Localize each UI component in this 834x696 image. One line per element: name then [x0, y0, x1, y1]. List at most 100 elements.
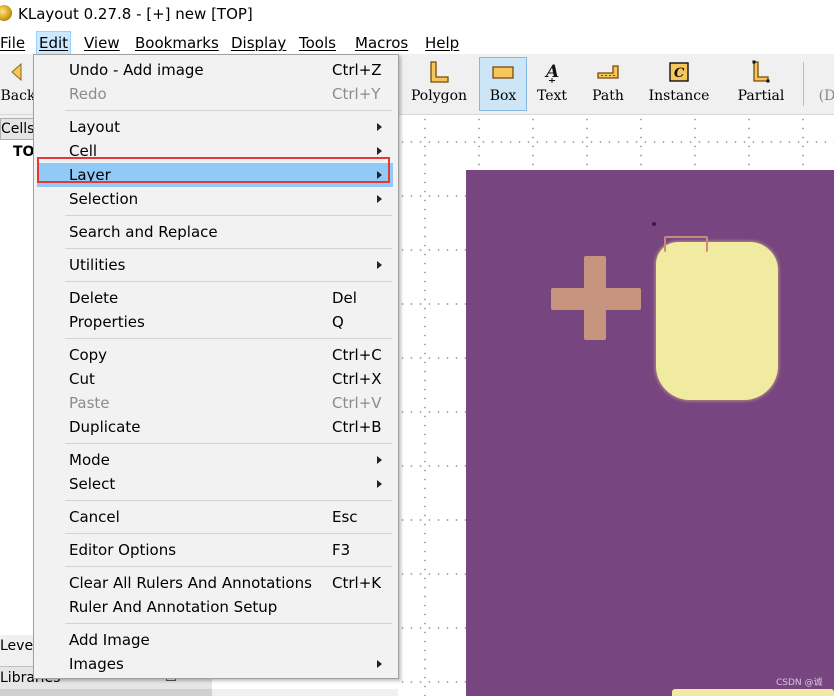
path-tool-button[interactable]: Path: [585, 58, 631, 110]
selection-label: Selection: [69, 190, 139, 208]
menu-file[interactable]: File: [0, 32, 27, 54]
menu-separator: [65, 443, 392, 444]
undo-label: Undo - Add image: [69, 61, 204, 79]
menu-item-cut[interactable]: Cut Ctrl+X: [37, 367, 393, 391]
menu-separator: [65, 110, 392, 111]
copy-label: Copy: [69, 346, 108, 364]
menu-item-undo[interactable]: Undo - Add image Ctrl+Z: [37, 58, 393, 82]
back-arrow-icon: [0, 58, 36, 86]
cut-label: Cut: [69, 370, 95, 388]
menu-item-duplicate[interactable]: Duplicate Ctrl+B: [37, 415, 393, 439]
menu-separator: [65, 566, 392, 567]
levels-label: Leve: [0, 638, 34, 654]
images-label: Images: [69, 655, 124, 673]
menu-item-properties[interactable]: Properties Q: [37, 310, 393, 334]
text-a-icon: A: [532, 58, 572, 86]
menu-item-utilities[interactable]: Utilities: [37, 253, 393, 277]
watermark: CSDN @诚: [776, 678, 823, 688]
more-tool-button[interactable]: (D: [812, 58, 834, 110]
menu-bookmarks[interactable]: Bookmarks: [133, 32, 221, 54]
menu-item-add-image[interactable]: Add Image: [37, 628, 393, 652]
submenu-arrow-icon: [377, 147, 382, 155]
ruler-setup-label: Ruler And Annotation Setup: [69, 598, 278, 616]
menu-item-copy[interactable]: Copy Ctrl+C: [37, 343, 393, 367]
polygon-label: Polygon: [410, 88, 468, 104]
image-speck: [652, 222, 656, 226]
box-tool-button[interactable]: Box: [479, 57, 527, 111]
menu-view[interactable]: View: [82, 32, 122, 54]
menu-item-editor-options[interactable]: Editor Options F3: [37, 538, 393, 562]
text-label: Text: [536, 88, 568, 104]
submenu-arrow-icon: [377, 456, 382, 464]
duplicate-label: Duplicate: [69, 418, 141, 436]
menu-edit[interactable]: Edit: [36, 31, 72, 55]
pad-notch: [664, 236, 708, 252]
polygon-tool-button[interactable]: Polygon: [404, 58, 474, 110]
partial-icon: [730, 58, 792, 86]
menu-separator: [65, 533, 392, 534]
duplicate-shortcut: Ctrl+B: [332, 418, 382, 436]
box-icon: [480, 58, 526, 86]
layer-highlight-callout: [37, 157, 390, 183]
menu-item-clear-rulers[interactable]: Clear All Rulers And Annotations Ctrl+K: [37, 571, 393, 595]
polygon-icon: [404, 58, 474, 86]
libraries-scrollbar[interactable]: [0, 689, 212, 696]
menu-item-mode[interactable]: Mode: [37, 448, 393, 472]
alignment-cross-horizontal: [551, 288, 641, 310]
editor-options-label: Editor Options: [69, 541, 177, 559]
cells-panel-tab[interactable]: Cells: [0, 118, 36, 140]
menu-macros[interactable]: Macros: [353, 32, 410, 54]
menu-item-redo[interactable]: Redo Ctrl+Y: [37, 82, 393, 106]
undo-shortcut: Ctrl+Z: [332, 61, 382, 79]
menu-help[interactable]: Help: [423, 32, 461, 54]
clear-rulers-label: Clear All Rulers And Annotations: [69, 574, 312, 592]
menu-item-cancel[interactable]: Cancel Esc: [37, 505, 393, 529]
paste-shortcut: Ctrl+V: [332, 394, 382, 412]
menu-item-selection[interactable]: Selection: [37, 187, 393, 211]
path-label: Path: [592, 88, 624, 104]
title-bar: KLayout 0.27.8 - [+] new [TOP]: [0, 0, 834, 30]
redo-label: Redo: [69, 85, 107, 103]
bottom-strip: [212, 689, 398, 696]
menu-display[interactable]: Display: [229, 32, 288, 54]
menu-separator: [65, 215, 392, 216]
partial-tool-button[interactable]: Partial: [730, 58, 792, 110]
mode-label: Mode: [69, 451, 110, 469]
menu-tools[interactable]: Tools: [297, 32, 338, 54]
instance-tool-button[interactable]: C Instance: [644, 58, 714, 110]
path-icon: [585, 58, 631, 86]
select-label: Select: [69, 475, 116, 493]
window-title: KLayout 0.27.8 - [+] new [TOP]: [18, 5, 253, 23]
search-replace-label: Search and Replace: [69, 223, 218, 241]
menu-item-select[interactable]: Select: [37, 472, 393, 496]
edit-dropdown-menu: Undo - Add image Ctrl+Z Redo Ctrl+Y Layo…: [33, 54, 399, 679]
microscope-image[interactable]: [466, 170, 834, 696]
delete-label: Delete: [69, 289, 119, 307]
redo-shortcut: Ctrl+Y: [332, 85, 381, 103]
cut-shortcut: Ctrl+X: [332, 370, 382, 388]
menu-item-ruler-setup[interactable]: Ruler And Annotation Setup: [37, 595, 393, 619]
submenu-arrow-icon: [377, 123, 382, 131]
properties-label: Properties: [69, 313, 145, 331]
cancel-label: Cancel: [69, 508, 120, 526]
back-label: Back: [0, 88, 36, 104]
menu-bar: File Edit View Bookmarks Display Tools M…: [0, 30, 834, 55]
menu-item-images[interactable]: Images: [37, 652, 393, 676]
menu-separator: [65, 281, 392, 282]
partial-label: Partial: [737, 88, 785, 104]
menu-item-paste[interactable]: Paste Ctrl+V: [37, 391, 393, 415]
submenu-arrow-icon: [377, 261, 382, 269]
submenu-arrow-icon: [377, 195, 382, 203]
cancel-shortcut: Esc: [332, 508, 358, 526]
menu-separator: [65, 500, 392, 501]
menu-item-search-replace[interactable]: Search and Replace: [37, 220, 393, 244]
text-tool-button[interactable]: A Text: [532, 58, 572, 110]
copy-shortcut: Ctrl+C: [332, 346, 382, 364]
menu-item-delete[interactable]: Delete Del: [37, 286, 393, 310]
metal-pad: [656, 242, 778, 400]
layout-label: Layout: [69, 118, 120, 136]
back-button[interactable]: Back: [0, 58, 36, 110]
more-tool-label: (D: [818, 88, 834, 104]
menu-separator: [65, 623, 392, 624]
menu-item-layout[interactable]: Layout: [37, 115, 393, 139]
